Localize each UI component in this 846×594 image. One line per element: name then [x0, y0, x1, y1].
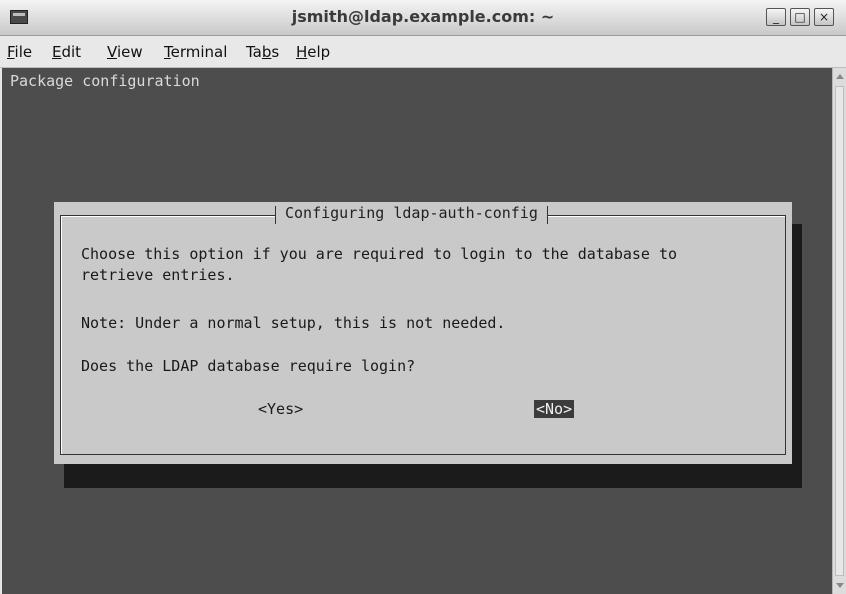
menu-accel: V — [107, 43, 117, 61]
terminal-window: jsmith@ldap.example.com: ~ _ □ × File Ed… — [0, 0, 846, 594]
config-dialog: Configuring ldap-auth-config Choose this… — [54, 202, 792, 464]
window-title: jsmith@ldap.example.com: ~ — [291, 7, 555, 26]
maximize-button[interactable]: □ — [790, 8, 810, 26]
minimize-button[interactable]: _ — [766, 8, 786, 26]
close-button[interactable]: × — [814, 8, 834, 26]
no-button[interactable]: <No> — [534, 400, 575, 418]
scroll-down-icon[interactable] — [836, 583, 844, 588]
dialog-text-line2: retrieve entries. — [81, 266, 235, 284]
menu-tabs[interactable]: Tabs — [246, 43, 279, 61]
dialog-frame: Configuring ldap-auth-config Choose this… — [60, 204, 786, 455]
menu-file[interactable]: File — [7, 43, 32, 61]
dialog-title: Configuring ldap-auth-config — [275, 204, 548, 224]
scroll-up-icon[interactable] — [836, 74, 844, 79]
yes-button[interactable]: <Yes> — [258, 400, 303, 418]
dialog-text-line1: Choose this option if you are required t… — [81, 245, 678, 263]
menu-terminal[interactable]: Terminal — [164, 43, 227, 61]
menu-accel: T — [164, 43, 171, 61]
menu-edit[interactable]: Edit — [52, 43, 81, 61]
menu-accel: F — [7, 43, 15, 61]
menu-bar: File Edit View Terminal Tabs Help — [0, 36, 846, 68]
menu-accel: H — [296, 43, 308, 61]
menu-help[interactable]: Help — [296, 43, 330, 61]
scrollbar[interactable] — [832, 68, 846, 594]
dialog-note: Note: Under a normal setup, this is not … — [81, 314, 506, 332]
screen-header: Package configuration — [10, 72, 200, 90]
scroll-thumb[interactable] — [835, 86, 844, 576]
dialog-question: Does the LDAP database require login? — [81, 357, 416, 375]
title-bar[interactable]: jsmith@ldap.example.com: ~ _ □ × — [0, 0, 846, 36]
menu-accel: b — [261, 43, 272, 61]
menu-view[interactable]: View — [107, 43, 143, 61]
